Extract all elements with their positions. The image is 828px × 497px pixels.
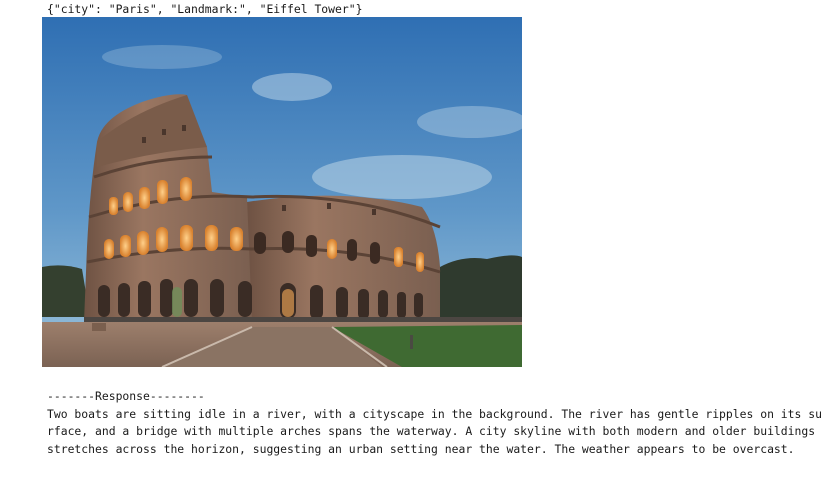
colosseum-photo: [42, 17, 522, 367]
response-block: -------Response-------- Two boats are si…: [47, 388, 822, 458]
response-text: Two boats are sitting idle in a river, w…: [47, 406, 822, 456]
response-header: -------Response--------: [47, 389, 205, 403]
input-json-line: {"city": "Paris", "Landmark:", "Eiffel T…: [47, 2, 363, 16]
